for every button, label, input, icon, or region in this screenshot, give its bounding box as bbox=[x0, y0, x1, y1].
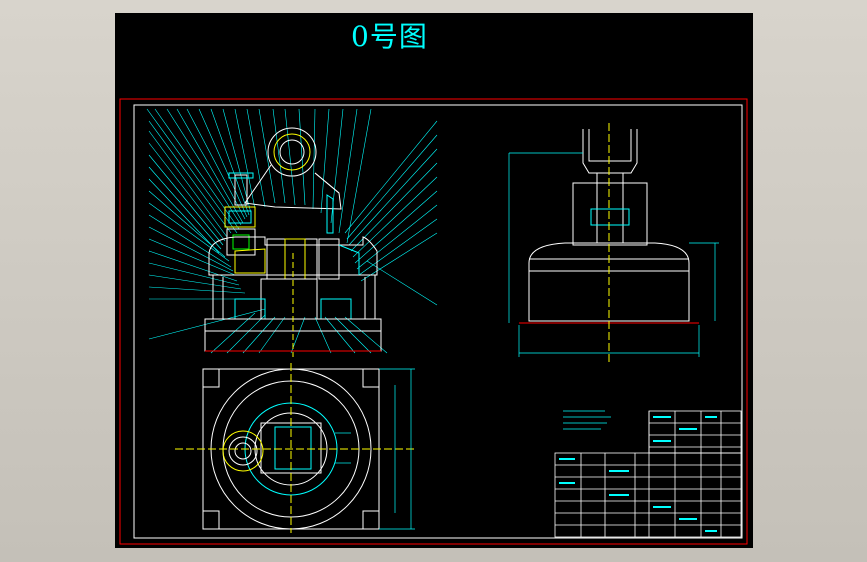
cad-drawing bbox=[119, 98, 748, 545]
title-block bbox=[554, 410, 742, 538]
plan-view bbox=[175, 363, 415, 533]
technical-notes bbox=[563, 410, 611, 430]
leader-lines bbox=[146, 108, 438, 354]
drawing-canvas[interactable]: 0号图 bbox=[115, 13, 753, 548]
side-view bbox=[508, 123, 719, 363]
cad-viewer[interactable]: 0号图 bbox=[0, 0, 867, 562]
front-section-view bbox=[146, 108, 438, 357]
